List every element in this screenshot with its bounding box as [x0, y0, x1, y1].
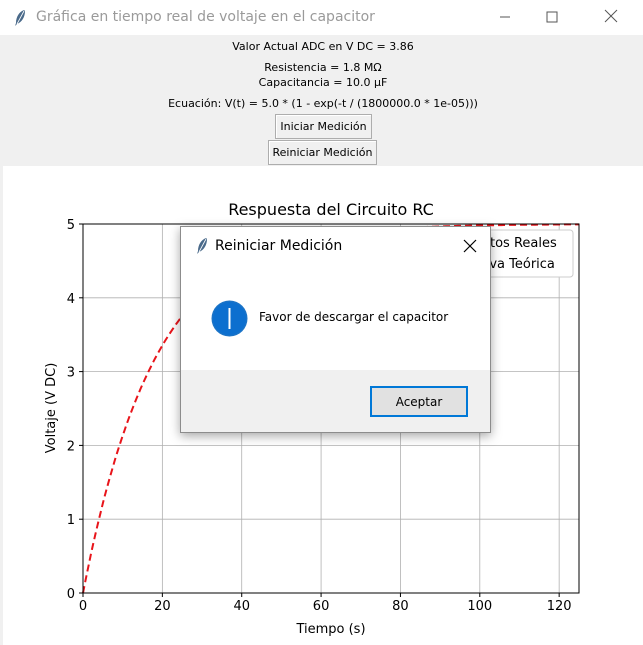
x-tick-label: 60 [313, 599, 330, 614]
x-tick-label: 40 [233, 599, 250, 614]
adc-value-label: Valor Actual ADC en V DC = 3.86 [232, 40, 414, 53]
x-tick-label: 0 [79, 599, 87, 614]
y-tick-label: 4 [67, 292, 75, 307]
y-tick-label: 5 [67, 218, 75, 233]
y-tick-label: 2 [67, 439, 75, 454]
x-tick-label: 120 [547, 599, 572, 614]
chart-title: Respuesta del Circuito RC [228, 200, 434, 219]
y-axis-ticks: 0 1 2 3 4 5 [67, 218, 83, 602]
legend-entry-data: tos Reales [490, 236, 557, 251]
dialog-message: Favor de descargar el capacitor [259, 310, 449, 324]
x-axis-ticks: 0 20 40 60 80 100 120 [79, 593, 572, 614]
accept-button[interactable]: Aceptar [370, 386, 468, 417]
x-tick-label: 80 [392, 599, 409, 614]
y-tick-label: 1 [67, 513, 75, 528]
y-axis-label: Voltaje (V DC) [44, 363, 59, 454]
close-icon [604, 8, 618, 27]
capacitance-label: Capacitancia = 10.0 µF [258, 76, 388, 89]
maximize-button[interactable] [532, 0, 572, 35]
maximize-icon [546, 8, 558, 27]
minimize-button[interactable] [485, 0, 525, 35]
x-tick-label: 100 [467, 599, 492, 614]
dialog-title: Reiniciar Medición [215, 238, 343, 254]
close-button[interactable] [591, 0, 631, 35]
window-title: Gráfica en tiempo real de voltaje en el … [36, 9, 375, 25]
reset-dialog: Reiniciar Medición Favor de descargar el… [180, 226, 491, 433]
controls-panel: Valor Actual ADC en V DC = 3.86 Resisten… [3, 35, 643, 166]
reset-measurement-button[interactable]: Reiniciar Medición [268, 140, 377, 165]
legend-entry-theoretical: rva Teórica [484, 257, 555, 272]
feather-icon [195, 237, 209, 259]
equation-label: Ecuación: V(t) = 5.0 * (1 - exp(-t / (18… [168, 97, 478, 110]
title-bar: Gráfica en tiempo real de voltaje en el … [0, 0, 643, 35]
dialog-close-button[interactable] [459, 236, 481, 258]
info-icon [211, 300, 248, 341]
close-icon [463, 238, 477, 257]
y-tick-label: 0 [67, 587, 75, 602]
y-tick-label: 3 [67, 366, 75, 381]
resistance-label: Resistencia = 1.8 MΩ [264, 61, 382, 74]
feather-icon [13, 9, 27, 31]
start-measurement-button[interactable]: Iniciar Medición [275, 114, 372, 139]
minimize-icon [499, 8, 511, 27]
x-tick-label: 20 [154, 599, 171, 614]
x-axis-label: Tiempo (s) [295, 622, 365, 637]
dialog-footer: Aceptar [181, 370, 490, 432]
